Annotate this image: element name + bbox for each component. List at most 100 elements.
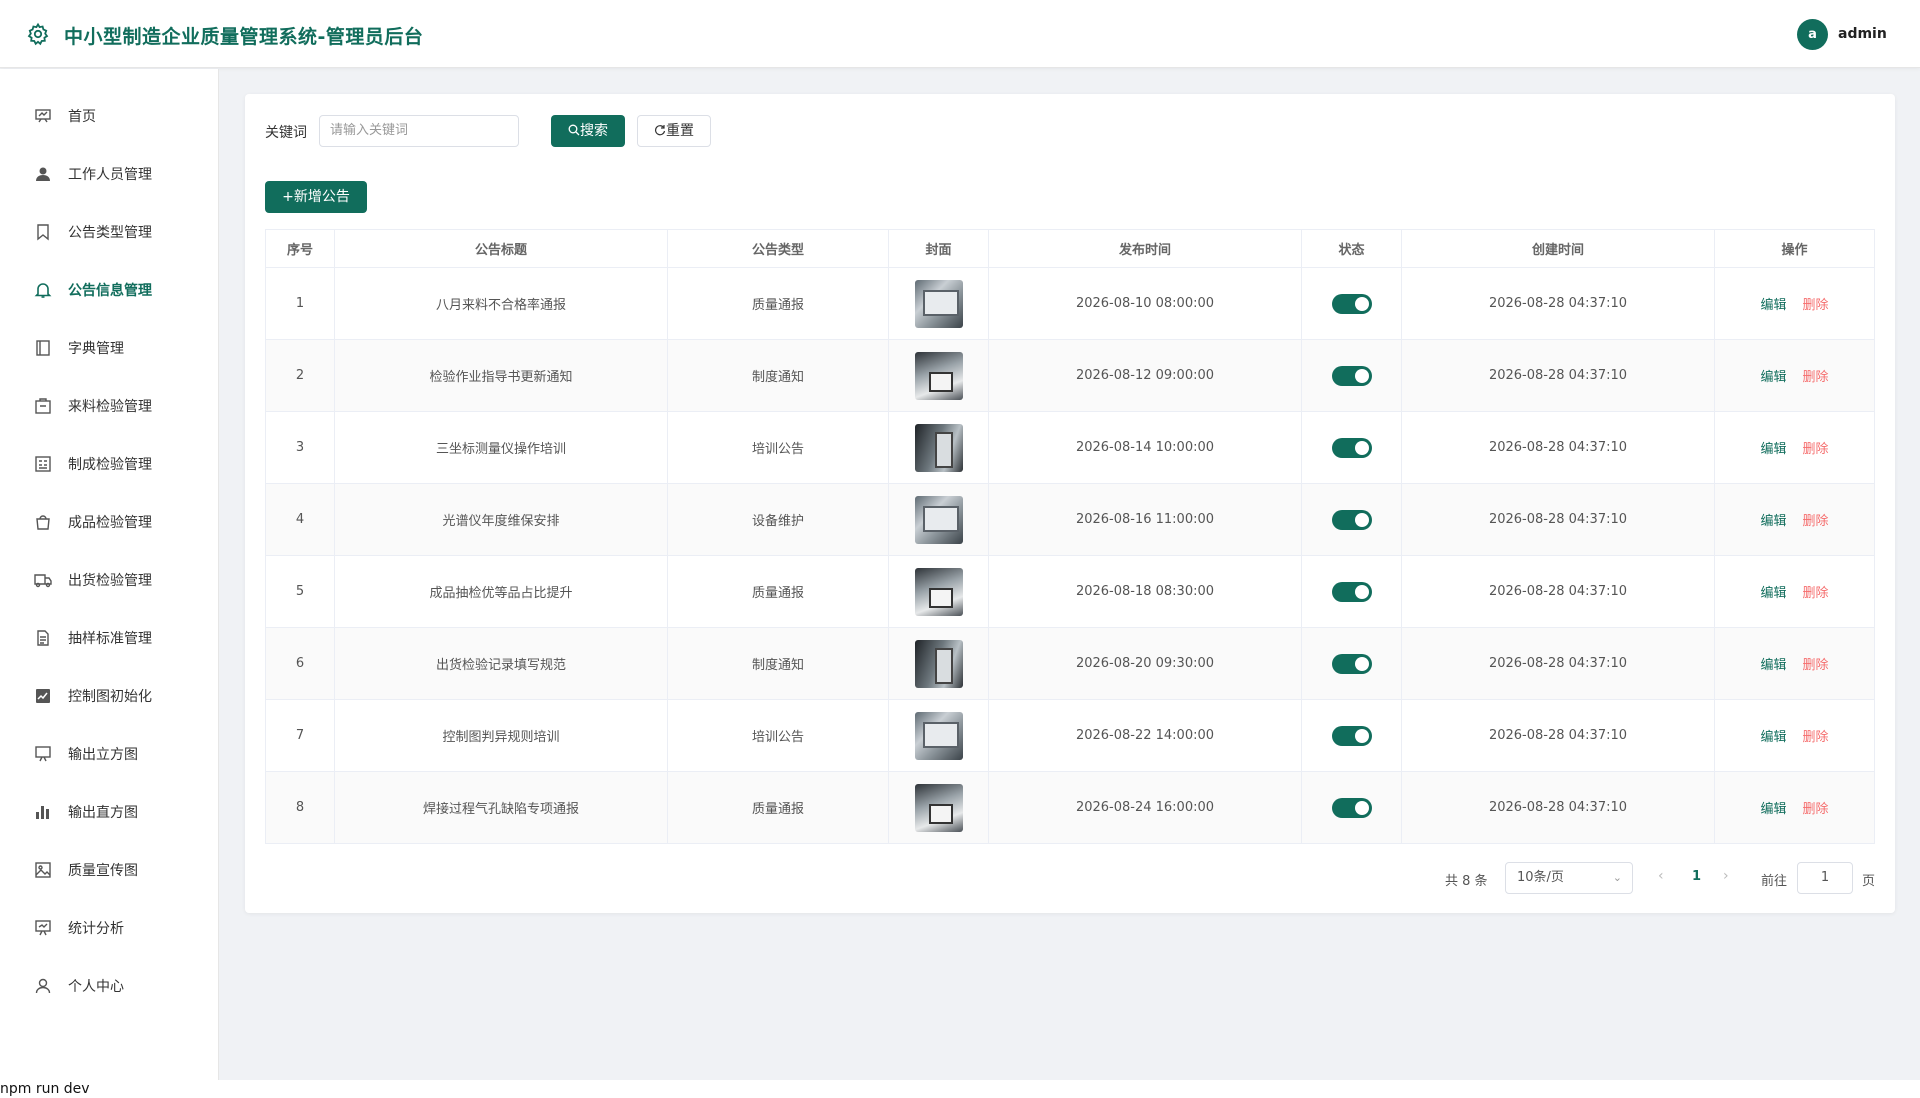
edit-link[interactable]: 编辑 [1760, 802, 1786, 817]
cell-type: 质量通报 [667, 555, 889, 628]
cell-title: 检验作业指导书更新通知 [334, 339, 668, 412]
sidebar-item-notice-type[interactable]: 公告类型管理 [0, 203, 219, 261]
sidebar-item-dictionary[interactable]: 字典管理 [0, 319, 219, 377]
app-title: 中小型制造企业质量管理系统-管理员后台 [64, 26, 424, 48]
status-toggle[interactable] [1331, 509, 1372, 530]
sidebar-item-cube-chart[interactable]: 输出立方图 [0, 725, 219, 783]
column-header[interactable]: 操作 [1714, 229, 1875, 268]
sidebar-item-control-chart-init[interactable]: 控制图初始化 [0, 667, 219, 725]
sidebar-item-label: 成品检验管理 [68, 515, 152, 531]
cell-created-time: 2026-08-28 04:37:10 [1401, 411, 1715, 484]
person-icon [35, 978, 51, 994]
cover-image[interactable] [914, 495, 963, 544]
delete-link[interactable]: 删除 [1803, 442, 1829, 457]
edit-link[interactable]: 编辑 [1760, 586, 1786, 601]
column-header[interactable]: 发布时间 [988, 229, 1302, 268]
sidebar-item-statistics[interactable]: 统计分析 [0, 899, 219, 957]
current-page[interactable]: 1 [1692, 869, 1701, 884]
add-notice-button[interactable]: +新增公告 [265, 181, 367, 213]
prev-page-button[interactable]: ‹ [1658, 868, 1664, 884]
cell-index: 8 [265, 771, 335, 844]
page-size-value: 10条/页 [1517, 870, 1564, 885]
sidebar-item-label: 控制图初始化 [68, 689, 152, 705]
column-header[interactable]: 公告类型 [667, 229, 889, 268]
delete-link[interactable]: 删除 [1803, 730, 1829, 745]
reset-button[interactable]: 重置 [637, 115, 711, 147]
cell-publish-time: 2026-08-24 16:00:00 [988, 771, 1302, 844]
page-size-select[interactable]: 10条/页 ⌄ [1505, 862, 1633, 894]
status-toggle[interactable] [1331, 725, 1372, 746]
status-toggle[interactable] [1331, 797, 1372, 818]
sidebar-item-label: 输出直方图 [68, 805, 138, 821]
cell-publish-time: 2026-08-22 14:00:00 [988, 699, 1302, 772]
cell-actions: 编辑 删除 [1714, 483, 1875, 556]
delete-link[interactable]: 删除 [1803, 586, 1829, 601]
sidebar-item-process-inspection[interactable]: 制成检验管理 [0, 435, 219, 493]
keyword-label: 关键词 [265, 125, 307, 141]
cover-image[interactable] [914, 567, 963, 616]
column-header[interactable]: 状态 [1301, 229, 1402, 268]
edit-link[interactable]: 编辑 [1760, 442, 1786, 457]
next-page-button[interactable]: › [1723, 868, 1729, 884]
avatar[interactable]: a [1797, 19, 1828, 50]
cover-image[interactable] [914, 639, 963, 688]
cover-image[interactable] [914, 711, 963, 760]
cell-publish-time: 2026-08-16 11:00:00 [988, 483, 1302, 556]
add-notice-label: 新增公告 [293, 189, 350, 205]
sidebar-item-label: 出货检验管理 [68, 573, 152, 589]
column-header[interactable]: 公告标题 [334, 229, 668, 268]
goto-page-input[interactable]: 1 [1797, 862, 1853, 894]
cover-image[interactable] [914, 783, 963, 832]
book-icon [36, 340, 50, 356]
bag-icon [36, 515, 50, 530]
edit-link[interactable]: 编辑 [1760, 370, 1786, 385]
delete-link[interactable]: 删除 [1803, 802, 1829, 817]
cover-image[interactable] [914, 351, 963, 400]
cover-image[interactable] [914, 423, 963, 472]
refresh-icon [654, 125, 666, 136]
cell-actions: 编辑 删除 [1714, 339, 1875, 412]
username[interactable]: admin [1838, 26, 1887, 42]
cell-actions: 编辑 删除 [1714, 627, 1875, 700]
sidebar-item-final-inspection[interactable]: 成品检验管理 [0, 493, 219, 551]
search-button[interactable]: 搜索 [551, 115, 625, 147]
column-header[interactable]: 创建时间 [1401, 229, 1715, 268]
delete-link[interactable]: 删除 [1803, 298, 1829, 313]
gear-icon[interactable] [26, 22, 50, 46]
edit-link[interactable]: 编辑 [1760, 730, 1786, 745]
sidebar-item-quality-poster[interactable]: 质量宣传图 [0, 841, 219, 899]
cell-publish-time: 2026-08-20 09:30:00 [988, 627, 1302, 700]
status-toggle[interactable] [1331, 293, 1372, 314]
status-toggle[interactable] [1331, 653, 1372, 674]
delete-link[interactable]: 删除 [1803, 658, 1829, 673]
sidebar-item-incoming-inspection[interactable]: 来料检验管理 [0, 377, 219, 435]
status-toggle[interactable] [1331, 581, 1372, 602]
cell-index: 7 [265, 699, 335, 772]
sidebar-item-label: 公告类型管理 [68, 225, 152, 241]
edit-link[interactable]: 编辑 [1760, 298, 1786, 313]
cover-image[interactable] [914, 279, 963, 328]
sidebar-item-profile[interactable]: 个人中心 [0, 957, 219, 1015]
sidebar-item-histogram[interactable]: 输出直方图 [0, 783, 219, 841]
sidebar-item-shipping-inspection[interactable]: 出货检验管理 [0, 551, 219, 609]
edit-link[interactable]: 编辑 [1760, 514, 1786, 529]
sidebar-item-home[interactable]: 首页 [0, 87, 219, 145]
column-header[interactable]: 序号 [265, 229, 335, 268]
delete-link[interactable]: 删除 [1803, 514, 1829, 529]
sidebar-item-label: 来料检验管理 [68, 399, 152, 415]
sidebar-item-label: 首页 [68, 109, 96, 125]
sidebar-item-notice-info[interactable]: 公告信息管理 [0, 261, 219, 319]
cell-cover [888, 339, 989, 412]
keyword-input[interactable]: 请输入关键词 [319, 115, 519, 147]
cell-cover [888, 699, 989, 772]
column-header[interactable]: 封面 [888, 229, 989, 268]
sidebar-item-sampling-standard[interactable]: 抽样标准管理 [0, 609, 219, 667]
edit-link[interactable]: 编辑 [1760, 658, 1786, 673]
status-toggle[interactable] [1331, 437, 1372, 458]
delete-link[interactable]: 删除 [1803, 370, 1829, 385]
cell-actions: 编辑 删除 [1714, 411, 1875, 484]
cell-index: 5 [265, 555, 335, 628]
sidebar-item-staff[interactable]: 工作人员管理 [0, 145, 219, 203]
status-toggle[interactable] [1331, 365, 1372, 386]
plus-icon: + [282, 189, 294, 205]
